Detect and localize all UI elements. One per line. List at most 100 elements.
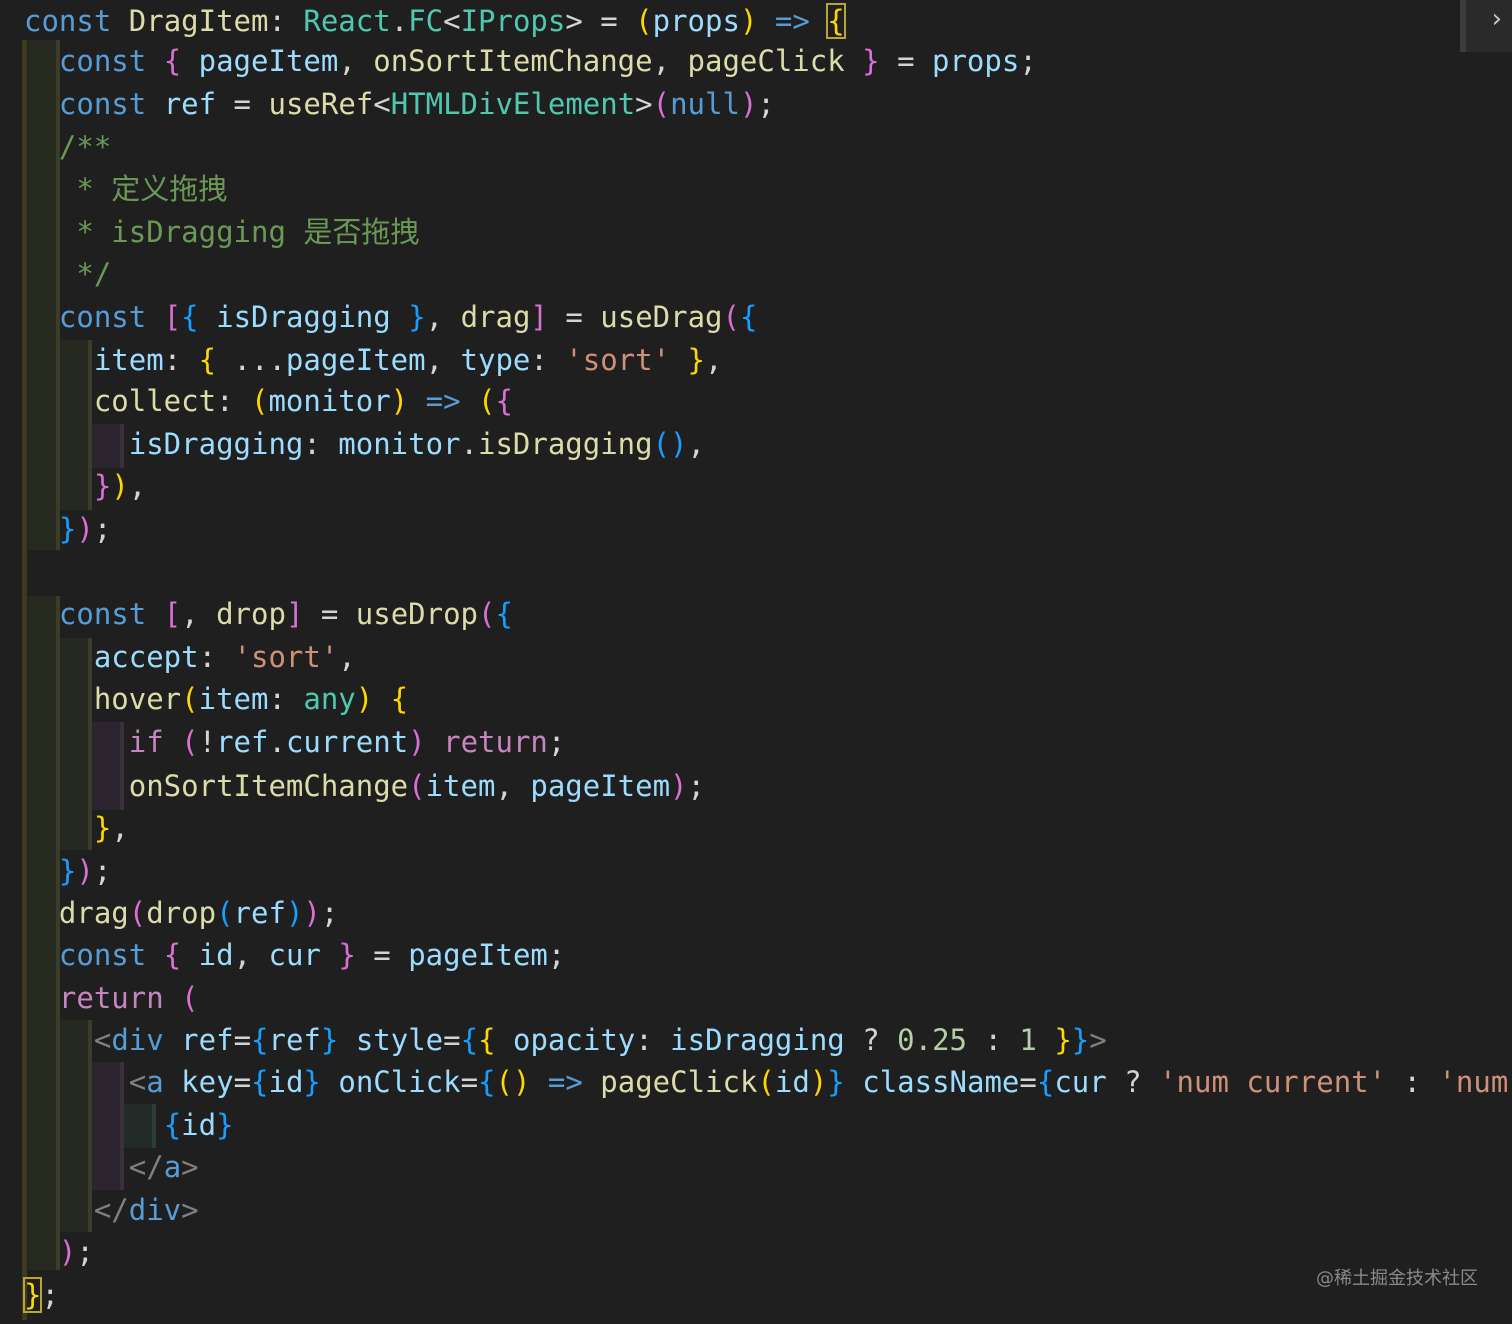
- code-token: ): [76, 512, 94, 546]
- code-token: {: [163, 44, 182, 78]
- code-token: {: [181, 300, 199, 334]
- code-line[interactable]: accept: 'sort',: [24, 636, 356, 678]
- code-line[interactable]: const { id, cur } = pageItem;: [24, 934, 565, 976]
- code-token: ;: [687, 769, 705, 803]
- code-token: div: [111, 1023, 164, 1057]
- code-line[interactable]: */: [24, 253, 111, 295]
- code-token: isDragging: [477, 427, 653, 461]
- code-token: ): [76, 854, 94, 888]
- code-token: :: [530, 343, 566, 377]
- code-line[interactable]: hover(item: any) {: [24, 678, 408, 720]
- code-token: =: [303, 597, 356, 631]
- code-token: }: [93, 469, 112, 503]
- code-token: useDrag: [600, 300, 723, 334]
- code-line[interactable]: });: [24, 508, 111, 550]
- code-token: =: [547, 300, 601, 334]
- code-line[interactable]: <div ref={ref} style={{ opacity: isDragg…: [24, 1019, 1107, 1061]
- code-token: ?: [844, 1023, 898, 1057]
- code-token: ?: [1106, 1065, 1160, 1099]
- code-line[interactable]: const DragItem: React.FC<IProps> = (prop…: [24, 0, 846, 42]
- code-line[interactable]: /**: [24, 126, 111, 168]
- code-line[interactable]: const { pageItem, onSortItemChange, page…: [24, 40, 1037, 82]
- code-token: <: [93, 1023, 112, 1057]
- code-line[interactable]: </div>: [24, 1189, 199, 1231]
- code-token: isDragging: [216, 300, 391, 334]
- code-token: item: [425, 769, 496, 803]
- code-token: <: [128, 1065, 147, 1099]
- code-token: }: [58, 854, 77, 888]
- code-line[interactable]: const [, drop] = useDrop({: [24, 593, 513, 635]
- code-line[interactable]: },: [24, 807, 129, 849]
- code-token: ;: [320, 896, 339, 930]
- code-line[interactable]: item: { ...pageItem, type: 'sort' },: [24, 339, 723, 381]
- code-line[interactable]: );: [24, 1231, 94, 1273]
- code-token: }: [827, 1065, 845, 1099]
- code-token: }: [303, 1065, 321, 1099]
- code-editor[interactable]: const DragItem: React.FC<IProps> = (prop…: [0, 0, 1512, 1324]
- code-line[interactable]: drag(drop(ref));: [24, 892, 338, 934]
- code-token: :: [303, 427, 339, 461]
- code-token: monitor: [268, 384, 391, 418]
- code-token: {: [826, 3, 846, 39]
- code-line[interactable]: }),: [24, 465, 146, 507]
- code-line[interactable]: });: [24, 850, 111, 892]
- code-token: useDrop: [355, 597, 479, 631]
- code-token: cur: [268, 938, 321, 972]
- code-token: .: [460, 427, 478, 461]
- code-token: isDragging: [128, 427, 304, 461]
- watermark: @稀土掘金技术社区: [1316, 1268, 1478, 1289]
- code-line[interactable]: };: [22, 1274, 59, 1316]
- code-token: =>: [774, 4, 810, 38]
- code-token: .: [390, 4, 409, 38]
- code-token: const: [58, 44, 147, 78]
- code-line[interactable]: if (!ref.current) return;: [24, 721, 566, 763]
- code-token: }: [1071, 1023, 1090, 1057]
- code-token: > =: [565, 4, 636, 38]
- code-token: =>: [425, 384, 461, 418]
- code-line[interactable]: const ref = useRef<HTMLDivElement>(null)…: [24, 83, 775, 125]
- code-token: ,: [705, 343, 723, 377]
- code-line[interactable]: onSortItemChange(item, pageItem);: [24, 765, 705, 807]
- code-token: type: [460, 343, 531, 377]
- code-line[interactable]: const [{ isDragging }, drag] = useDrag({: [24, 296, 758, 338]
- code-line[interactable]: * 定义拖拽: [24, 168, 227, 210]
- code-line[interactable]: isDragging: monitor.isDragging(),: [24, 423, 705, 465]
- code-token: drag: [58, 896, 129, 930]
- code-token: ,: [181, 597, 217, 631]
- code-line[interactable]: collect: (monitor) => ({: [24, 380, 513, 422]
- code-token: onSortItemChange: [128, 769, 409, 803]
- code-token: pageItem: [285, 343, 426, 377]
- code-token: }: [58, 512, 77, 546]
- code-line[interactable]: * isDragging 是否拖拽: [24, 211, 419, 253]
- code-token: /**: [58, 130, 112, 164]
- scroll-indicator[interactable]: ›: [1460, 0, 1512, 52]
- code-token: ,: [495, 769, 531, 803]
- code-token: id: [181, 1108, 217, 1142]
- code-token: DragItem: [128, 4, 269, 38]
- code-token: onSortItemChange: [373, 44, 653, 78]
- code-line[interactable]: return (: [24, 977, 199, 1019]
- code-line[interactable]: {id}: [24, 1104, 234, 1146]
- code-token: id: [198, 938, 234, 972]
- code-token: onClick: [338, 1065, 461, 1099]
- code-line[interactable]: <a key={id} onClick={() => pageClick(id)…: [24, 1061, 1512, 1103]
- code-token: pageClick: [600, 1065, 758, 1099]
- chevron-right-icon[interactable]: ›: [1492, 4, 1502, 34]
- code-token: if: [128, 725, 164, 759]
- code-token: ): [670, 769, 688, 803]
- code-token: ): [303, 896, 321, 930]
- code-token: [: [163, 300, 182, 334]
- code-line[interactable]: </a>: [24, 1146, 199, 1188]
